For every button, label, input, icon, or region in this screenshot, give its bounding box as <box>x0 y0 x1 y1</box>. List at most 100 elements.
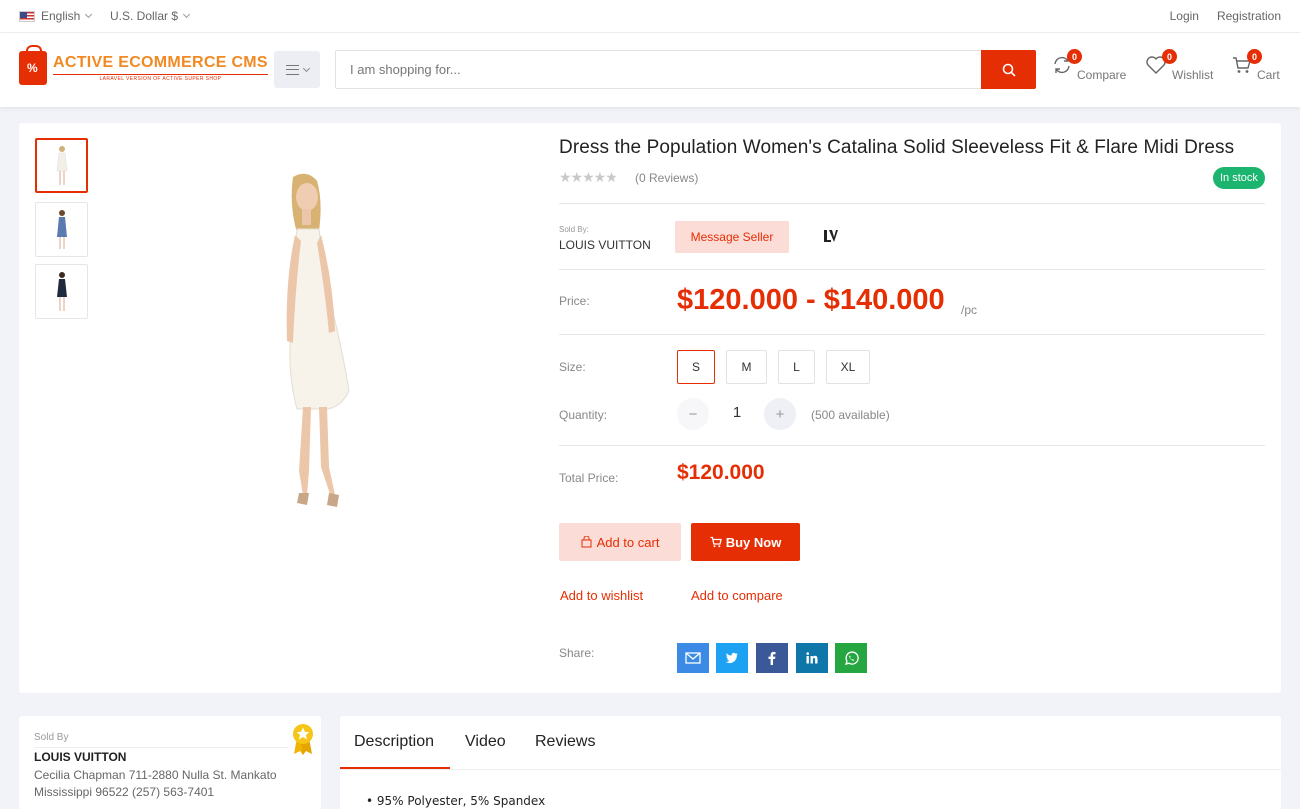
verified-seller-medal-icon <box>293 724 313 755</box>
currency-selector[interactable]: U.S. Dollar $ <box>110 9 191 23</box>
chevron-down-icon <box>182 10 191 19</box>
compare-count-badge: 0 <box>1067 49 1082 64</box>
email-icon <box>685 652 701 664</box>
price-unit: /pc <box>961 303 978 317</box>
product-thumbnail[interactable] <box>35 202 88 257</box>
bullet-icon: • <box>366 794 377 808</box>
seller-address: Cecilia Chapman 711-2880 Nulla St. Manka… <box>34 768 277 799</box>
product-thumbnail[interactable] <box>35 138 88 193</box>
language-label: English <box>41 9 81 23</box>
quantity-input[interactable]: 1 <box>719 404 755 421</box>
buy-now-label: Buy Now <box>725 534 782 550</box>
dress-thumbnail-image <box>56 271 67 311</box>
wishlist-link[interactable]: 0 Wishlist <box>1145 49 1213 82</box>
cart-link[interactable]: 0 Cart <box>1232 49 1280 82</box>
linkedin-icon <box>806 652 818 664</box>
reviews-count[interactable]: (0 Reviews) <box>635 171 698 185</box>
share-facebook-button[interactable] <box>756 643 788 673</box>
product-thumbnail[interactable] <box>35 264 88 319</box>
seller-name[interactable]: LOUIS VUITTON <box>559 238 651 252</box>
chevron-down-icon <box>302 64 310 72</box>
cart-icon <box>710 536 722 548</box>
compare-label: Compare <box>1077 68 1127 82</box>
buy-now-button[interactable]: Buy Now <box>691 523 800 561</box>
size-option-s[interactable]: S <box>677 350 715 384</box>
logo-title: ACTIVE ECOMMERCE CMS <box>53 54 268 71</box>
size-option-m[interactable]: M <box>726 350 767 384</box>
description-text: 95% Polyester, 5% Spandex <box>376 794 546 808</box>
divider <box>559 445 1265 446</box>
compare-link[interactable]: 0 Compare <box>1052 49 1126 82</box>
plus-icon: + <box>775 405 785 423</box>
product-main-image <box>286 173 350 507</box>
shopping-bag-icon <box>581 536 592 548</box>
facebook-icon <box>768 651 776 665</box>
total-price: $120.000 <box>677 461 765 484</box>
hamburger-icon <box>285 64 299 75</box>
available-stock: (500 available) <box>811 408 890 422</box>
us-flag-icon <box>19 10 35 22</box>
minus-icon: − <box>688 405 698 423</box>
twitter-icon <box>725 652 738 664</box>
tab-description[interactable]: Description <box>354 733 434 751</box>
rating-stars-icon: ★★★★★ <box>559 169 618 185</box>
price-range: $120.000 - $140.000 <box>677 284 945 316</box>
share-twitter-button[interactable] <box>716 643 748 673</box>
category-menu-button[interactable] <box>274 51 320 88</box>
search-button[interactable] <box>981 50 1036 89</box>
seller-info-card: Sold By LOUIS VUITTON Cecilia Chapman 71… <box>19 716 321 809</box>
sold-by-label: Sold By <box>34 732 69 743</box>
dress-thumbnail-image <box>56 145 67 185</box>
product-title: Dress the Population Women's Catalina So… <box>559 137 1235 158</box>
divider <box>34 747 289 748</box>
share-label: Share: <box>559 646 595 660</box>
share-email-button[interactable] <box>677 643 709 673</box>
product-card: Dress the Population Women's Catalina So… <box>19 123 1281 693</box>
shopping-bag-icon <box>19 45 47 85</box>
registration-link[interactable]: Registration <box>1217 9 1281 23</box>
divider <box>340 769 1281 770</box>
description-list-item: • 95% Polyester, 5% Spandex <box>366 794 545 808</box>
quantity-decrement-button[interactable]: − <box>677 398 709 430</box>
add-to-wishlist-link[interactable]: Add to wishlist <box>560 588 643 603</box>
add-to-cart-label: Add to cart <box>596 534 660 550</box>
whatsapp-icon <box>844 650 859 665</box>
search-bar <box>335 50 1036 89</box>
header: ACTIVE ECOMMERCE CMS LARAVEL VERSION OF … <box>0 33 1300 107</box>
chevron-down-icon <box>85 10 93 19</box>
quantity-label: Quantity: <box>559 408 608 422</box>
login-link[interactable]: Login <box>1170 9 1199 23</box>
wishlist-label: Wishlist <box>1172 68 1214 82</box>
site-logo[interactable]: ACTIVE ECOMMERCE CMS LARAVEL VERSION OF … <box>19 45 268 85</box>
sold-by-label: Sold By: <box>559 225 589 234</box>
seller-name[interactable]: LOUIS VUITTON <box>34 750 126 764</box>
brand-logo[interactable] <box>822 228 838 248</box>
top-bar: English U.S. Dollar $ Login Registration <box>0 0 1300 33</box>
logo-subtitle: LARAVEL VERSION OF ACTIVE SUPER SHOP <box>53 74 268 82</box>
cart-label: Cart <box>1257 68 1280 82</box>
quantity-increment-button[interactable]: + <box>764 398 796 430</box>
add-to-compare-link[interactable]: Add to compare <box>691 588 783 603</box>
language-selector[interactable]: English <box>19 9 93 23</box>
size-label: Size: <box>559 360 586 374</box>
tab-reviews[interactable]: Reviews <box>535 733 595 751</box>
lv-brand-icon <box>824 230 838 242</box>
tab-video[interactable]: Video <box>465 733 506 751</box>
message-seller-button[interactable]: Message Seller <box>675 221 789 253</box>
total-price-label: Total Price: <box>559 471 619 485</box>
share-linkedin-button[interactable] <box>796 643 828 673</box>
share-whatsapp-button[interactable] <box>835 643 867 673</box>
product-tabs-card: Description Video Reviews • 95% Polyeste… <box>340 716 1281 809</box>
currency-label: U.S. Dollar $ <box>110 9 179 23</box>
dress-thumbnail-image <box>56 209 67 249</box>
size-option-l[interactable]: L <box>778 350 815 384</box>
add-to-cart-button[interactable]: Add to cart <box>559 523 681 561</box>
wishlist-count-badge: 0 <box>1162 49 1177 64</box>
search-icon <box>1002 63 1016 77</box>
search-input[interactable] <box>336 51 981 88</box>
divider <box>559 334 1265 335</box>
divider <box>559 269 1265 270</box>
size-option-xl[interactable]: XL <box>826 350 870 384</box>
price-label: Price: <box>559 294 590 308</box>
cart-count-badge: 0 <box>1247 49 1262 64</box>
